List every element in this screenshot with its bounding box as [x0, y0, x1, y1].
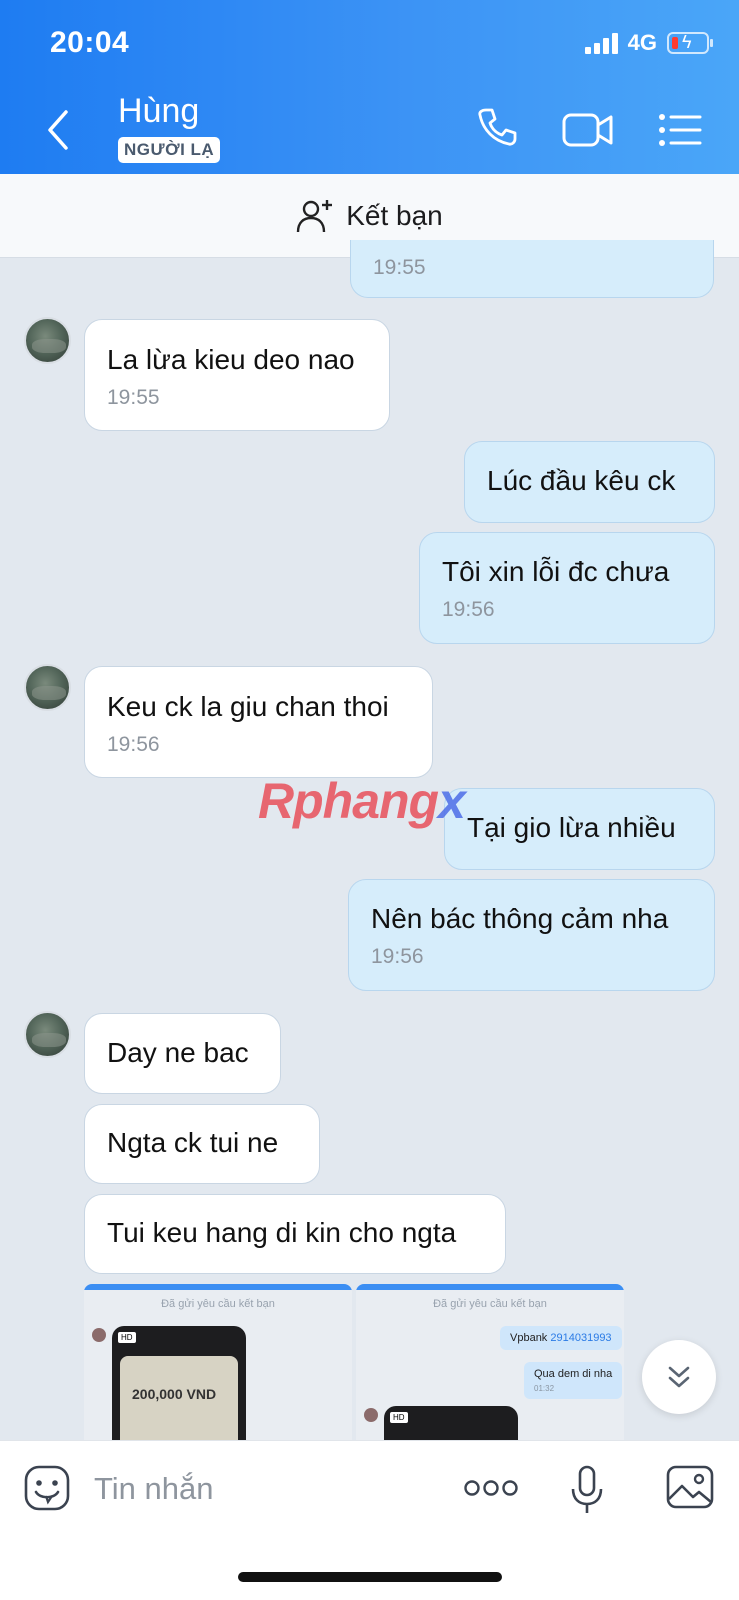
transfer-screenshot: HD 200,000 VND — [112, 1326, 246, 1440]
watermark-logo: Rphangx — [258, 773, 466, 829]
list-menu-icon — [659, 114, 702, 146]
message-text: Lúc đầu kêu ck — [487, 465, 676, 496]
message-bubble-out[interactable]: Lúc đầu kêu ck — [464, 441, 715, 523]
options-menu-button[interactable] — [658, 112, 702, 153]
more-options-icon[interactable] — [464, 1477, 518, 1499]
message-time: 19:55 — [107, 386, 160, 409]
contact-avatar[interactable] — [24, 317, 71, 364]
contact-avatar[interactable] — [24, 1011, 71, 1058]
message-bubble-in[interactable]: La lừa kieu deo nao 19:55 — [84, 319, 390, 431]
message-bubble-out[interactable]: Tôi xin lỗi đc chưa 19:56 — [419, 532, 715, 644]
signal-icon — [584, 32, 618, 54]
message-time: 19:56 — [371, 945, 424, 968]
bank-info-chip: Vpbank 2914031993 — [500, 1326, 622, 1350]
message-text: Day ne bac — [107, 1037, 249, 1068]
phone-icon — [478, 108, 517, 146]
home-indicator — [238, 1572, 502, 1582]
double-chevron-down-icon — [668, 1366, 690, 1388]
status-time: 20:04 — [50, 26, 130, 59]
message-time: 19:55 — [373, 256, 426, 279]
message-text: La lừa kieu deo nao — [107, 344, 355, 375]
message-text: Tui keu hang di kin cho ngta — [107, 1217, 457, 1248]
contact-name[interactable]: Hùng — [118, 92, 199, 131]
chat-header: 20:04 4G ϟ Hùng NGƯỜI LẠ — [0, 0, 739, 174]
message-time: 19:56 — [107, 733, 160, 756]
call-button[interactable] — [476, 106, 518, 153]
message-input[interactable]: Tin nhắn — [94, 1471, 214, 1507]
transfer-amount: 200,000 VND — [132, 1386, 217, 1402]
message-time: 19:56 — [442, 598, 495, 621]
video-call-button[interactable] — [562, 112, 614, 153]
message-bubble-in[interactable]: Tui keu hang di kin cho ngta — [84, 1194, 506, 1274]
stranger-badge: NGƯỜI LẠ — [118, 137, 221, 163]
message-text: Nên bác thông cảm nha — [371, 903, 669, 934]
image-gallery-icon[interactable] — [666, 1465, 714, 1509]
shared-image-1[interactable]: Đã gửi yêu cầu kết bạn HD 200,000 VND — [84, 1284, 352, 1440]
video-camera-icon — [562, 113, 613, 147]
message-bubble-out[interactable]: Nên bác thông cảm nha 19:56 — [348, 879, 715, 991]
mini-avatar — [92, 1328, 106, 1342]
message-text: Keu ck la giu chan thoi — [107, 691, 389, 722]
mini-avatar — [364, 1408, 378, 1422]
message-bubble-in[interactable]: Ngta ck tui ne — [84, 1104, 320, 1184]
shared-image-2[interactable]: Đã gửi yêu cầu kết bạn Vpbank 2914031993… — [356, 1284, 624, 1440]
microphone-icon[interactable] — [570, 1465, 604, 1515]
scroll-to-bottom-button[interactable] — [642, 1340, 716, 1414]
message-bubble-out[interactable]: Tại gio lừa nhiều — [444, 788, 715, 870]
reply-chip: Qua dem di nha 01:32 — [524, 1362, 623, 1399]
chevron-left-icon — [48, 110, 68, 150]
back-button[interactable] — [40, 106, 80, 154]
contact-avatar[interactable] — [24, 664, 71, 711]
sticker-emoji-icon[interactable] — [24, 1465, 70, 1511]
add-friend-label: Kết bạn — [346, 199, 443, 231]
add-friend-icon — [297, 199, 333, 232]
message-text: Tại gio lừa nhiều — [467, 812, 676, 843]
message-text: Ngta ck tui ne — [107, 1127, 279, 1158]
status-indicators: 4G ϟ — [584, 30, 713, 56]
image-caption: Đã gửi yêu cầu kết bạn — [161, 1298, 275, 1310]
message-text: Tôi xin lỗi đc chưa — [442, 556, 670, 587]
image-caption: Đã gửi yêu cầu kết bạn — [433, 1298, 547, 1310]
network-type: 4G — [627, 30, 657, 55]
battery-icon: ϟ — [667, 32, 713, 54]
transfer-screenshot: HD — [384, 1406, 518, 1440]
message-bubble-in[interactable]: Keu ck la giu chan thoi 19:56 — [84, 666, 433, 778]
message-bubble-out[interactable]: 19:55 — [350, 240, 714, 298]
message-bubble-in[interactable]: Day ne bac — [84, 1013, 281, 1094]
